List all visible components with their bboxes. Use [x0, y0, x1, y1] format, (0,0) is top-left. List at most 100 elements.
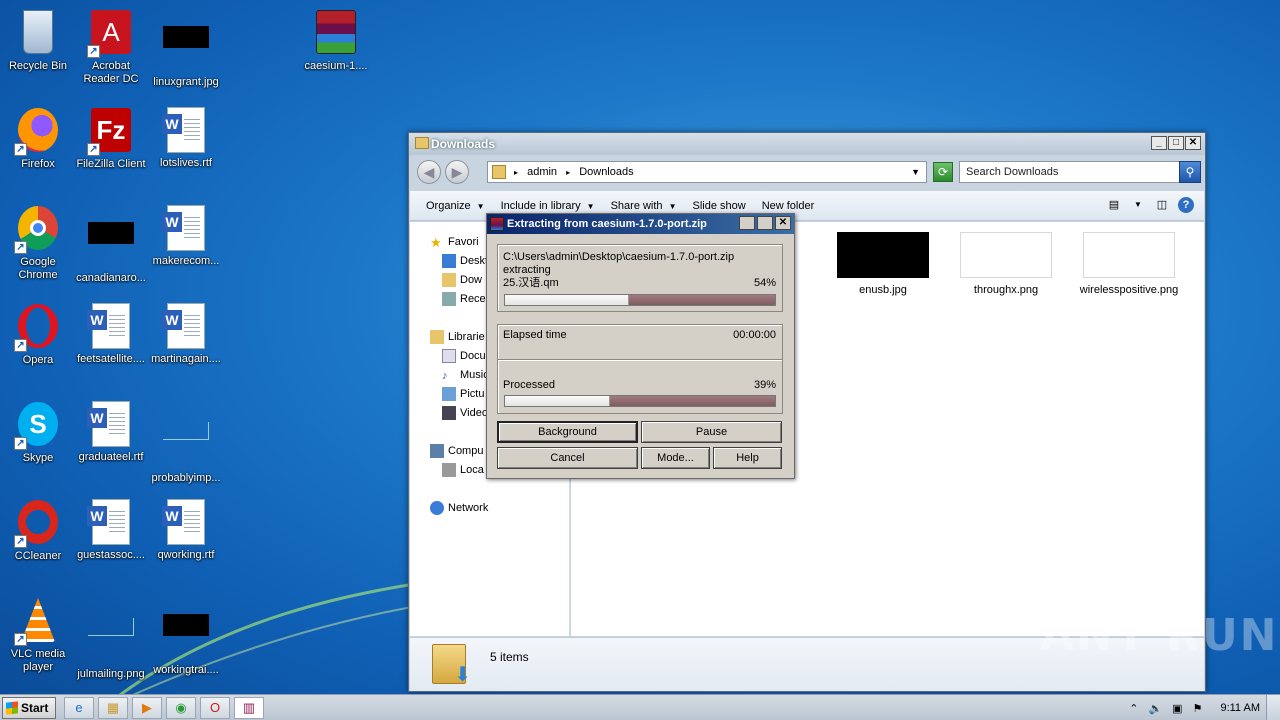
nav-network[interactable]: Network: [430, 500, 488, 516]
new-folder-button[interactable]: New folder: [754, 200, 823, 212]
downloads-folder-icon: [432, 644, 471, 687]
nav-recent[interactable]: Rece: [442, 291, 486, 307]
network-icon[interactable]: ▣: [1172, 702, 1182, 715]
refresh-button[interactable]: ⟳: [933, 162, 953, 182]
winrar-archive-icon: [312, 10, 360, 58]
desktop-icon-label: workingtrai....: [153, 664, 219, 676]
flag-icon[interactable]: ⚑: [1193, 702, 1203, 715]
desktop-icon[interactable]: makerecom...: [148, 204, 224, 268]
chevron-right-icon[interactable]: ▸: [566, 168, 570, 177]
volume-icon[interactable]: 🔈: [1148, 702, 1162, 715]
show-desktop-button[interactable]: [1266, 695, 1280, 720]
breadcrumb-downloads[interactable]: Downloads: [579, 166, 633, 178]
help-button[interactable]: Help: [713, 447, 782, 469]
chevron-up-icon[interactable]: ⌃: [1129, 702, 1138, 715]
clock[interactable]: 9:11 AM: [1220, 702, 1260, 714]
desktop-icon-label: linuxgrant.jpg: [153, 76, 219, 88]
processed-progress-bar: [504, 395, 776, 407]
file-item[interactable]: enusb.jpg: [833, 232, 933, 297]
chrome-icon[interactable]: ◉: [166, 697, 196, 719]
minimize-button[interactable]: _: [1151, 136, 1167, 150]
desktop-icon[interactable]: ↗ CCleaner: [0, 498, 76, 563]
desktop-icon[interactable]: lotslives.rtf: [148, 106, 224, 170]
maximize-button[interactable]: [757, 216, 773, 230]
opera-icon[interactable]: O: [200, 697, 230, 719]
media-player-icon[interactable]: ▶: [132, 697, 162, 719]
nav-libraries[interactable]: Librarie: [430, 329, 485, 345]
nav-computer[interactable]: Compu: [430, 443, 483, 459]
firefox-icon: ↗: [14, 108, 62, 156]
preview-pane-icon[interactable]: ◫: [1154, 197, 1170, 213]
nav-music[interactable]: ♪ Music: [442, 367, 489, 383]
desktop-icon[interactable]: Recycle Bin: [0, 8, 76, 73]
include-in-library-menu[interactable]: Include in library ▼: [493, 200, 603, 212]
desktop-icon[interactable]: linuxgrant.jpg: [148, 8, 224, 89]
desktop-icon[interactable]: martinagain....: [148, 302, 224, 366]
explorer-title-bar[interactable]: Downloads _ □ ✕: [409, 133, 1205, 155]
desktop-icon[interactable]: A ↗ Acrobat Reader DC: [73, 8, 149, 86]
shortcut-arrow-icon: ↗: [14, 143, 27, 156]
chevron-right-icon[interactable]: ▸: [514, 168, 518, 177]
nav-downloads[interactable]: Dow: [442, 272, 482, 288]
desktop-icon-label: feetsatellite....: [77, 353, 145, 365]
explorer-title: Downloads: [431, 137, 496, 151]
mode-button[interactable]: Mode...: [641, 447, 710, 469]
organize-menu[interactable]: Organize ▼: [418, 200, 493, 212]
nav-pictures[interactable]: Pictu: [442, 386, 484, 402]
desktop-icon[interactable]: canadianaro...: [73, 204, 149, 285]
internet-explorer-icon[interactable]: e: [64, 697, 94, 719]
nav-local-disk[interactable]: Loca: [442, 462, 484, 478]
back-button[interactable]: ◀: [417, 160, 441, 184]
ccleaner-icon: ↗: [14, 500, 62, 548]
desktop-icon[interactable]: S ↗ Skype: [0, 400, 76, 465]
chevron-down-icon[interactable]: ▼: [911, 162, 920, 182]
winrar-icon[interactable]: ▥: [234, 697, 264, 719]
desktop-icon[interactable]: graduateel.rtf: [73, 400, 149, 464]
image-file-icon: [87, 618, 135, 666]
image-file-icon: [162, 614, 210, 662]
close-button[interactable]: ✕: [1185, 136, 1201, 150]
desktop-icon-label: lotslives.rtf: [160, 157, 212, 169]
close-button[interactable]: ✕: [775, 216, 791, 230]
minimize-button[interactable]: [739, 216, 755, 230]
background-button[interactable]: Background: [497, 421, 638, 443]
maximize-button[interactable]: □: [1168, 136, 1184, 150]
nav-videos[interactable]: Video: [442, 405, 488, 421]
search-icon[interactable]: ⚲: [1179, 161, 1201, 183]
desktop-icon[interactable]: julmailing.png: [73, 596, 149, 681]
desktop-icon[interactable]: workingtrai....: [148, 596, 224, 677]
nav-favorites[interactable]: ★ Favori: [430, 234, 479, 250]
file-item[interactable]: wirelesspositive.png: [1079, 232, 1179, 297]
nav-documents[interactable]: Docu: [442, 348, 486, 364]
cancel-button[interactable]: Cancel: [497, 447, 638, 469]
desktop-icon[interactable]: guestassoc....: [73, 498, 149, 562]
desktop-icon[interactable]: ↗ Opera: [0, 302, 76, 367]
desktop-icon[interactable]: feetsatellite....: [73, 302, 149, 366]
word-doc-icon: [87, 401, 135, 449]
help-icon[interactable]: ?: [1178, 197, 1194, 213]
desktop-icon-label: guestassoc....: [77, 549, 145, 561]
search-input[interactable]: Search Downloads: [959, 161, 1181, 183]
chevron-down-icon[interactable]: ▼: [1130, 197, 1146, 213]
explorer-icon[interactable]: ▦: [98, 697, 128, 719]
dialog-title-bar[interactable]: Extracting from caesium-1.7.0-port.zip ✕: [487, 214, 794, 234]
breadcrumb-admin[interactable]: admin: [527, 166, 557, 178]
desktop-icon[interactable]: qworking.rtf: [148, 498, 224, 562]
start-button[interactable]: Start: [2, 697, 56, 719]
address-bar[interactable]: ▸ admin ▸ Downloads ▼: [487, 161, 927, 183]
extraction-dialog[interactable]: Extracting from caesium-1.7.0-port.zip ✕…: [486, 213, 795, 479]
nav-desktop[interactable]: Deskt: [442, 253, 488, 269]
pause-button[interactable]: Pause: [641, 421, 782, 443]
desktop-icon[interactable]: ↗ VLC media player: [0, 596, 76, 674]
desktop-icon[interactable]: ↗ Firefox: [0, 106, 76, 171]
desktop-icon[interactable]: Fz ↗ FileZilla Client: [73, 106, 149, 171]
forward-button[interactable]: ▶: [445, 160, 469, 184]
desktop-icon[interactable]: caesium-1....: [298, 8, 374, 73]
slide-show-button[interactable]: Slide show: [684, 200, 753, 212]
file-item[interactable]: throughx.png: [956, 232, 1056, 297]
share-with-menu[interactable]: Share with ▼: [603, 200, 685, 212]
desktop-icon[interactable]: probablyimp...: [148, 400, 224, 485]
desktop-icon[interactable]: ↗ Google Chrome: [0, 204, 76, 282]
view-options-icon[interactable]: ▤: [1106, 197, 1122, 213]
desktop-icon-label: martinagain....: [151, 353, 221, 365]
